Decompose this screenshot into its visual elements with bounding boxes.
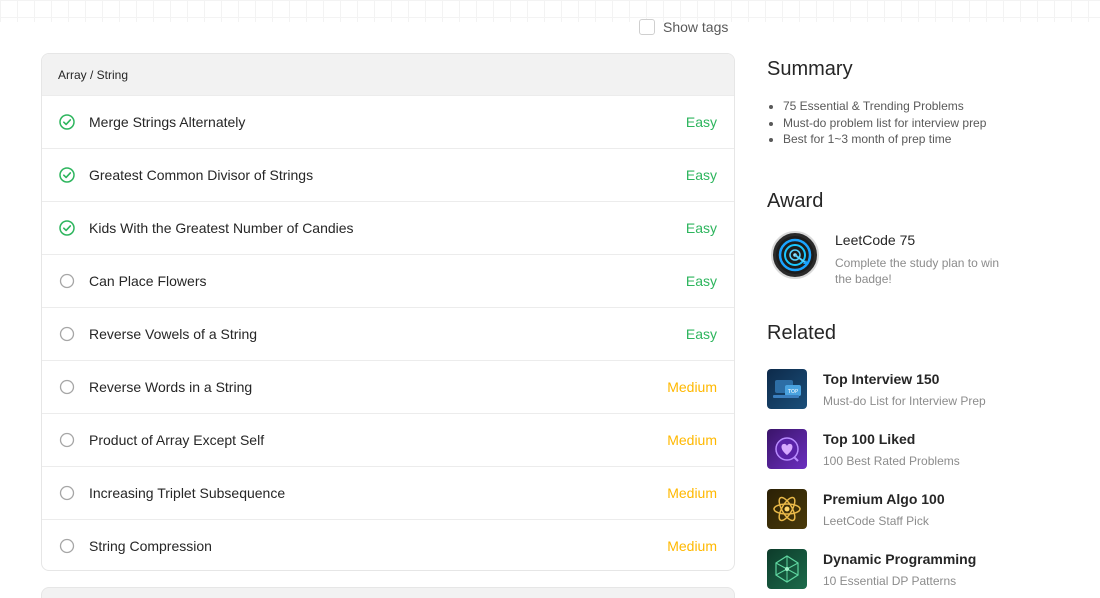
svg-text:TOP: TOP [787,389,798,395]
related-title: Related [767,322,836,344]
award-name: LeetCode 75 [835,232,916,248]
difficulty-label: Easy [685,273,717,289]
top-interview-thumb-icon: TOP [767,369,807,409]
problem-title[interactable]: Reverse Vowels of a String [89,326,686,342]
solved-check-icon [59,167,75,183]
atom-thumb-icon [767,489,807,529]
award-title: Award [767,190,824,212]
problem-row[interactable]: Greatest Common Divisor of Strings Easy [42,148,734,201]
award-item: LeetCode 75 Complete the study plan to w… [771,231,1015,287]
next-category-card[interactable] [41,587,735,598]
unsolved-circle-icon [59,538,75,554]
difficulty-label: Medium [667,538,717,554]
summary-item: Best for 1~3 month of prep time [767,131,986,148]
problem-title[interactable]: Merge Strings Alternately [89,114,686,130]
difficulty-label: Easy [685,326,717,342]
problem-row[interactable]: Kids With the Greatest Number of Candies… [42,201,734,254]
problem-row[interactable]: Can Place Flowers Easy [42,254,734,307]
related-item-name: Top Interview 150 [823,371,940,387]
difficulty-label: Medium [667,432,717,448]
summary-list: 75 Essential & Trending Problems Must-do… [767,98,986,148]
problem-title[interactable]: String Compression [89,538,667,554]
problem-rows: Merge Strings Alternately Easy Greatest Co… [42,95,734,570]
category-title: Array / String [58,67,129,82]
problem-row[interactable]: Product of Array Except Self Medium [42,413,734,466]
related-item-name: Top 100 Liked [823,431,916,447]
related-item-sub: LeetCode Staff Pick [823,514,929,528]
problem-list-card: Array / String Merge Strings Alternately… [41,53,735,571]
unsolved-circle-icon [59,326,75,342]
related-item-top-100-liked[interactable]: Top 100 Liked 100 Best Rated Problems [767,429,960,469]
unsolved-circle-icon [59,379,75,395]
related-item-sub: Must-do List for Interview Prep [823,394,986,408]
heart-thumb-icon [767,429,807,469]
problem-row[interactable]: Reverse Vowels of a String Easy [42,307,734,360]
problem-title[interactable]: Product of Array Except Self [89,432,667,448]
related-item-name: Dynamic Programming [823,551,977,567]
problem-row[interactable]: Increasing Triplet Subsequence Medium [42,466,734,519]
problem-row[interactable]: Reverse Words in a String Medium [42,360,734,413]
summary-item: Must-do problem list for interview prep [767,115,986,132]
problem-title[interactable]: Greatest Common Divisor of Strings [89,167,686,183]
problem-title[interactable]: Can Place Flowers [89,273,686,289]
difficulty-label: Medium [667,485,717,501]
network-thumb-icon [767,549,807,589]
problem-title[interactable]: Reverse Words in a String [89,379,667,395]
problem-row[interactable]: String Compression Medium [42,519,734,570]
related-item-premium-algo-100[interactable]: Premium Algo 100 LeetCode Staff Pick [767,489,945,529]
difficulty-label: Easy [685,114,717,130]
leetcode-75-badge-icon [771,231,819,279]
award-description: Complete the study plan to win the badge… [835,256,1000,286]
related-item-sub: 10 Essential DP Patterns [823,574,957,588]
problem-row[interactable]: Merge Strings Alternately Easy [42,95,734,148]
show-tags-checkbox[interactable] [639,19,655,35]
summary-item: 75 Essential & Trending Problems [767,98,986,115]
show-tags-label: Show tags [663,19,729,35]
unsolved-circle-icon [59,485,75,501]
category-header[interactable]: Array / String [42,54,734,95]
related-item-top-interview-150[interactable]: TOP Top Interview 150 Must-do List for I… [767,369,986,409]
background-grid [0,0,1100,22]
problem-title[interactable]: Kids With the Greatest Number of Candies [89,220,686,236]
solved-check-icon [59,114,75,130]
difficulty-label: Medium [667,379,717,395]
summary-title: Summary [767,58,853,80]
solved-check-icon [59,220,75,236]
unsolved-circle-icon [59,432,75,448]
difficulty-label: Easy [685,167,717,183]
problem-title[interactable]: Increasing Triplet Subsequence [89,485,667,501]
related-item-sub: 100 Best Rated Problems [823,454,960,468]
related-item-dynamic-programming[interactable]: Dynamic Programming 10 Essential DP Patt… [767,549,976,589]
show-tags-toggle[interactable]: Show tags [639,18,728,36]
related-item-name: Premium Algo 100 [823,491,945,507]
unsolved-circle-icon [59,273,75,289]
difficulty-label: Easy [685,220,717,236]
